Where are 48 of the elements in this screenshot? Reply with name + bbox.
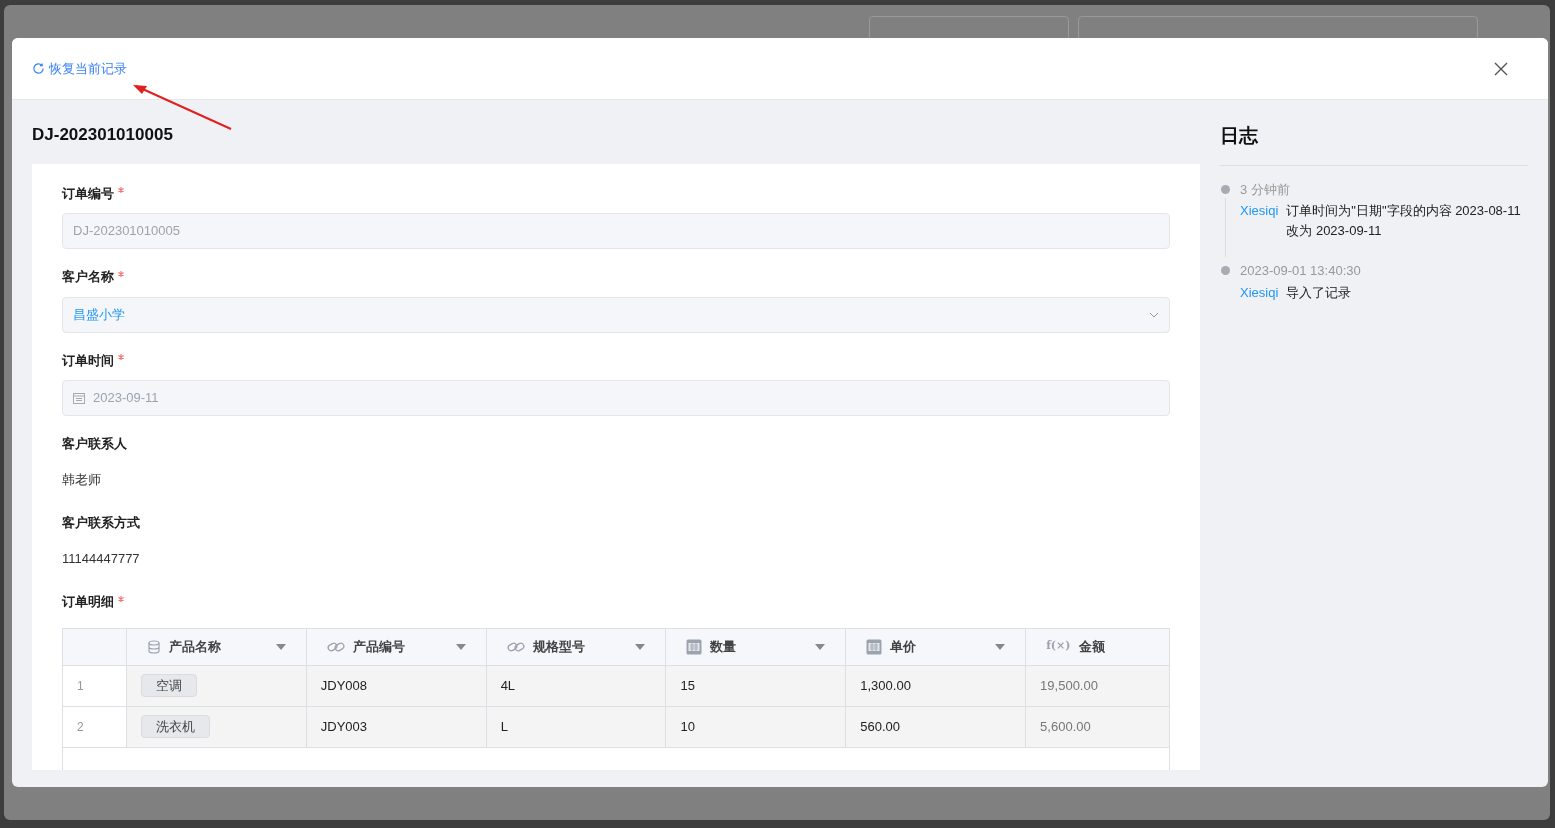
close-icon[interactable] xyxy=(1494,61,1508,76)
caret-icon[interactable] xyxy=(995,643,1006,650)
table-cell-text: L xyxy=(500,717,508,736)
product-tag[interactable]: 洗衣机 xyxy=(140,714,210,739)
product-tag[interactable]: 空调 xyxy=(140,673,197,698)
field-label: 订单编号 xyxy=(62,184,114,203)
column-header[interactable]: 单价 xyxy=(890,636,988,657)
table-cell-text: JDY003 xyxy=(320,717,368,736)
calendar-icon xyxy=(73,392,85,404)
column-header[interactable]: 产品编号 xyxy=(352,636,448,657)
refresh-icon xyxy=(32,62,45,75)
table-cell-text: 560.00 xyxy=(860,717,901,736)
caret-icon[interactable] xyxy=(455,643,466,650)
record-title: DJ-202301010005 xyxy=(32,124,173,146)
chevron-down-icon xyxy=(1149,311,1159,318)
log-time: 2023-09-01 13:40:30 xyxy=(1240,262,1362,280)
column-header[interactable]: 数量 xyxy=(710,636,808,657)
link-icon xyxy=(326,640,345,653)
log-message: 订单时间为"日期"字段的内容 2023-08-11 改为 2023-09-11 xyxy=(1286,202,1522,240)
caret-icon[interactable] xyxy=(635,643,646,650)
number-icon xyxy=(866,638,883,655)
database-icon xyxy=(146,639,161,654)
link-icon xyxy=(506,640,525,653)
field-label: 客户联系人 xyxy=(62,435,127,453)
restore-link[interactable]: 恢复当前记录 xyxy=(32,58,127,79)
field-label: 客户名称 xyxy=(62,268,114,286)
table-cell-text: 19,500.00 xyxy=(1040,676,1098,695)
caret-icon[interactable] xyxy=(275,643,286,650)
caret-icon[interactable] xyxy=(815,643,826,650)
field-label: 订单明细 xyxy=(62,593,114,611)
field-value: 韩老师 xyxy=(62,470,102,489)
column-header[interactable]: 规格型号 xyxy=(532,636,628,657)
log-message: 导入了记录 xyxy=(1286,283,1352,302)
field-label: 订单时间 xyxy=(62,351,114,370)
table-cell-text: 15 xyxy=(680,676,695,695)
number-icon xyxy=(686,638,703,655)
column-header[interactable]: 产品名称 xyxy=(168,636,268,657)
table-cell-text: JDY008 xyxy=(320,676,368,695)
field-value: 11144447777 xyxy=(62,549,141,568)
formula-icon: f(×) xyxy=(1046,638,1071,655)
table-cell-text: 1,300.00 xyxy=(860,676,911,695)
log-time: 3 分钟前 xyxy=(1240,180,1291,199)
log-title: 日志 xyxy=(1220,122,1528,166)
field-label: 客户联系方式 xyxy=(62,514,140,532)
table-cell-text: 10 xyxy=(680,717,695,736)
table-cell-text: 4L xyxy=(500,676,516,695)
table-cell-text: 5,600.00 xyxy=(1040,717,1091,736)
column-header[interactable]: 金额 xyxy=(1078,636,1149,657)
